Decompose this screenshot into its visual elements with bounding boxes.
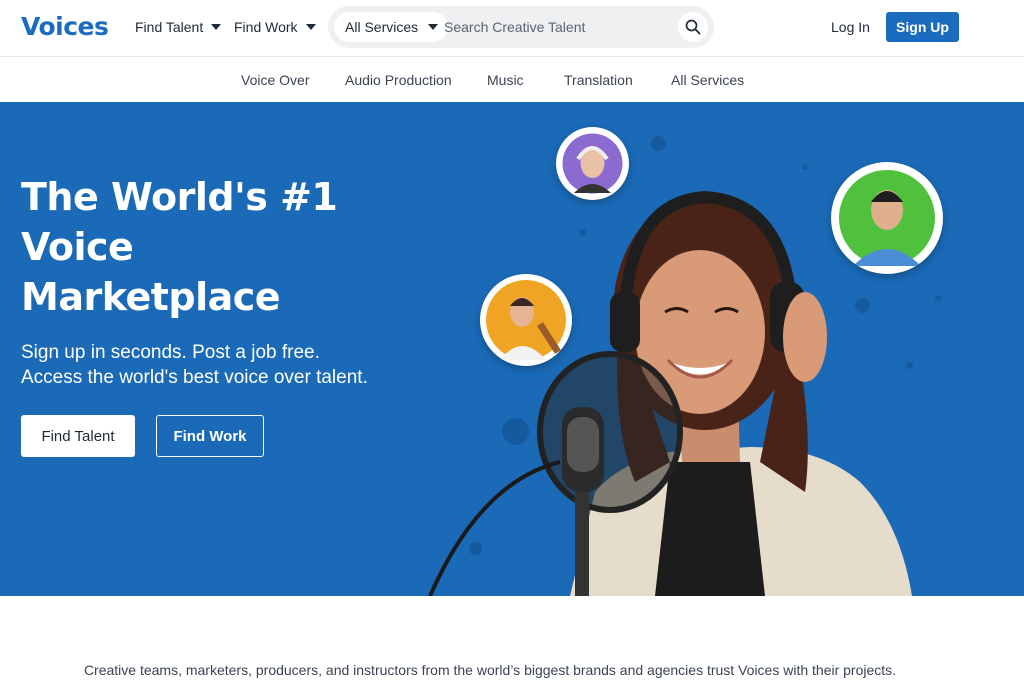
chevron-down-icon bbox=[305, 24, 316, 30]
find-talent-label: Find Talent bbox=[135, 19, 204, 35]
decorative-dot bbox=[935, 295, 941, 301]
signup-button[interactable]: Sign Up bbox=[886, 12, 959, 42]
talent-avatar bbox=[831, 162, 943, 274]
talent-avatar-image bbox=[839, 170, 935, 266]
hero-find-work-button[interactable]: Find Work bbox=[156, 415, 264, 457]
find-talent-dropdown[interactable]: Find Talent bbox=[135, 19, 222, 35]
search-category-label: All Services bbox=[345, 19, 419, 35]
search-input[interactable] bbox=[444, 13, 664, 41]
hero-subtitle-line: Access the world's best voice over talen… bbox=[21, 367, 368, 388]
login-link[interactable]: Log In bbox=[831, 19, 870, 35]
subnav-translation[interactable]: Translation bbox=[564, 72, 633, 88]
subnav-voice-over[interactable]: Voice Over bbox=[241, 72, 309, 88]
search-icon bbox=[685, 19, 701, 35]
voices-logo[interactable]: Voices bbox=[21, 12, 109, 41]
search-category-select[interactable]: All Services bbox=[334, 12, 449, 42]
top-navigation-bar: Voices Find Talent Find Work All Service… bbox=[0, 0, 1024, 57]
talent-avatar-image bbox=[562, 133, 623, 194]
category-navigation: Voice Over Audio Production Music Transl… bbox=[0, 58, 1024, 102]
hero-subtitle: Sign up in seconds. Post a job free. Acc… bbox=[21, 340, 441, 390]
subnav-all-services[interactable]: All Services bbox=[671, 72, 744, 88]
find-work-label: Find Work bbox=[234, 19, 298, 35]
hero-section: The World's #1 Voice Marketplace Sign up… bbox=[0, 102, 1024, 596]
talent-avatar bbox=[480, 274, 572, 366]
hero-find-talent-button[interactable]: Find Talent bbox=[21, 415, 135, 457]
hero-subtitle-line: Sign up in seconds. Post a job free. bbox=[21, 342, 320, 363]
talent-avatar-image bbox=[486, 280, 566, 360]
trust-statement: Creative teams, marketers, producers, an… bbox=[83, 662, 897, 678]
find-work-dropdown[interactable]: Find Work bbox=[234, 19, 316, 35]
talent-avatar bbox=[556, 127, 629, 200]
hero-title-line: The World's #1 bbox=[21, 175, 338, 219]
hero-title: The World's #1 Voice Marketplace bbox=[21, 172, 421, 322]
hero-title-line: Voice bbox=[21, 225, 134, 269]
search-bar: All Services bbox=[328, 6, 714, 48]
chevron-down-icon bbox=[428, 24, 439, 30]
search-button[interactable] bbox=[678, 12, 708, 42]
subnav-audio-production[interactable]: Audio Production bbox=[345, 72, 452, 88]
chevron-down-icon bbox=[211, 24, 222, 30]
hero-title-line: Marketplace bbox=[21, 275, 281, 319]
decorative-dot bbox=[651, 136, 666, 151]
subnav-music[interactable]: Music bbox=[487, 72, 524, 88]
